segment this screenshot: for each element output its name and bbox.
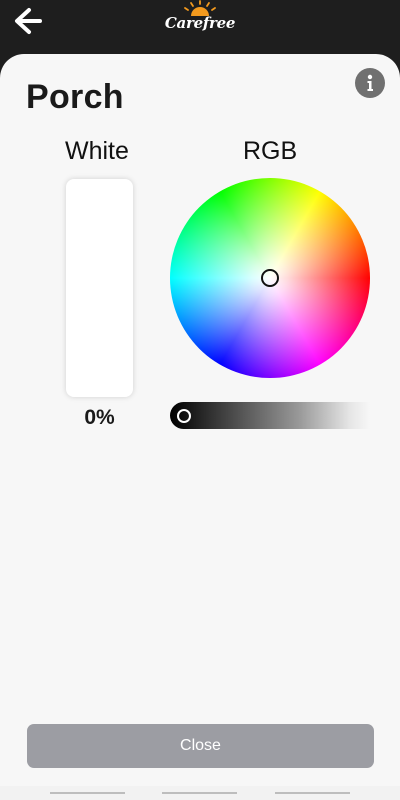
info-button[interactable] [355, 68, 385, 98]
white-level-value: 0% [84, 406, 115, 429]
arrow-left-icon [15, 8, 42, 34]
rgb-brightness-slider[interactable] [170, 402, 370, 429]
rgb-label: RGB [243, 137, 298, 165]
back-button[interactable] [10, 4, 50, 38]
white-label: White [65, 137, 129, 165]
brightness-slider-handle[interactable] [177, 409, 191, 423]
close-button[interactable]: Close [27, 724, 374, 768]
color-wheel-handle[interactable] [261, 269, 279, 287]
logo-wordmark: Carefree [164, 14, 236, 32]
page-title: Porch [26, 78, 124, 116]
rgb-color-wheel[interactable] [170, 178, 370, 378]
light-control-sheet: Porch White RGB 0% Close [0, 54, 400, 800]
system-nav-bar [0, 786, 400, 800]
carefree-logo: Carefree [160, 0, 240, 40]
nav-home[interactable] [162, 792, 237, 794]
nav-recents[interactable] [50, 792, 125, 794]
nav-back[interactable] [275, 792, 350, 794]
top-bar: Carefree [0, 0, 400, 60]
info-icon [367, 74, 373, 91]
white-level-slider[interactable] [66, 179, 133, 397]
